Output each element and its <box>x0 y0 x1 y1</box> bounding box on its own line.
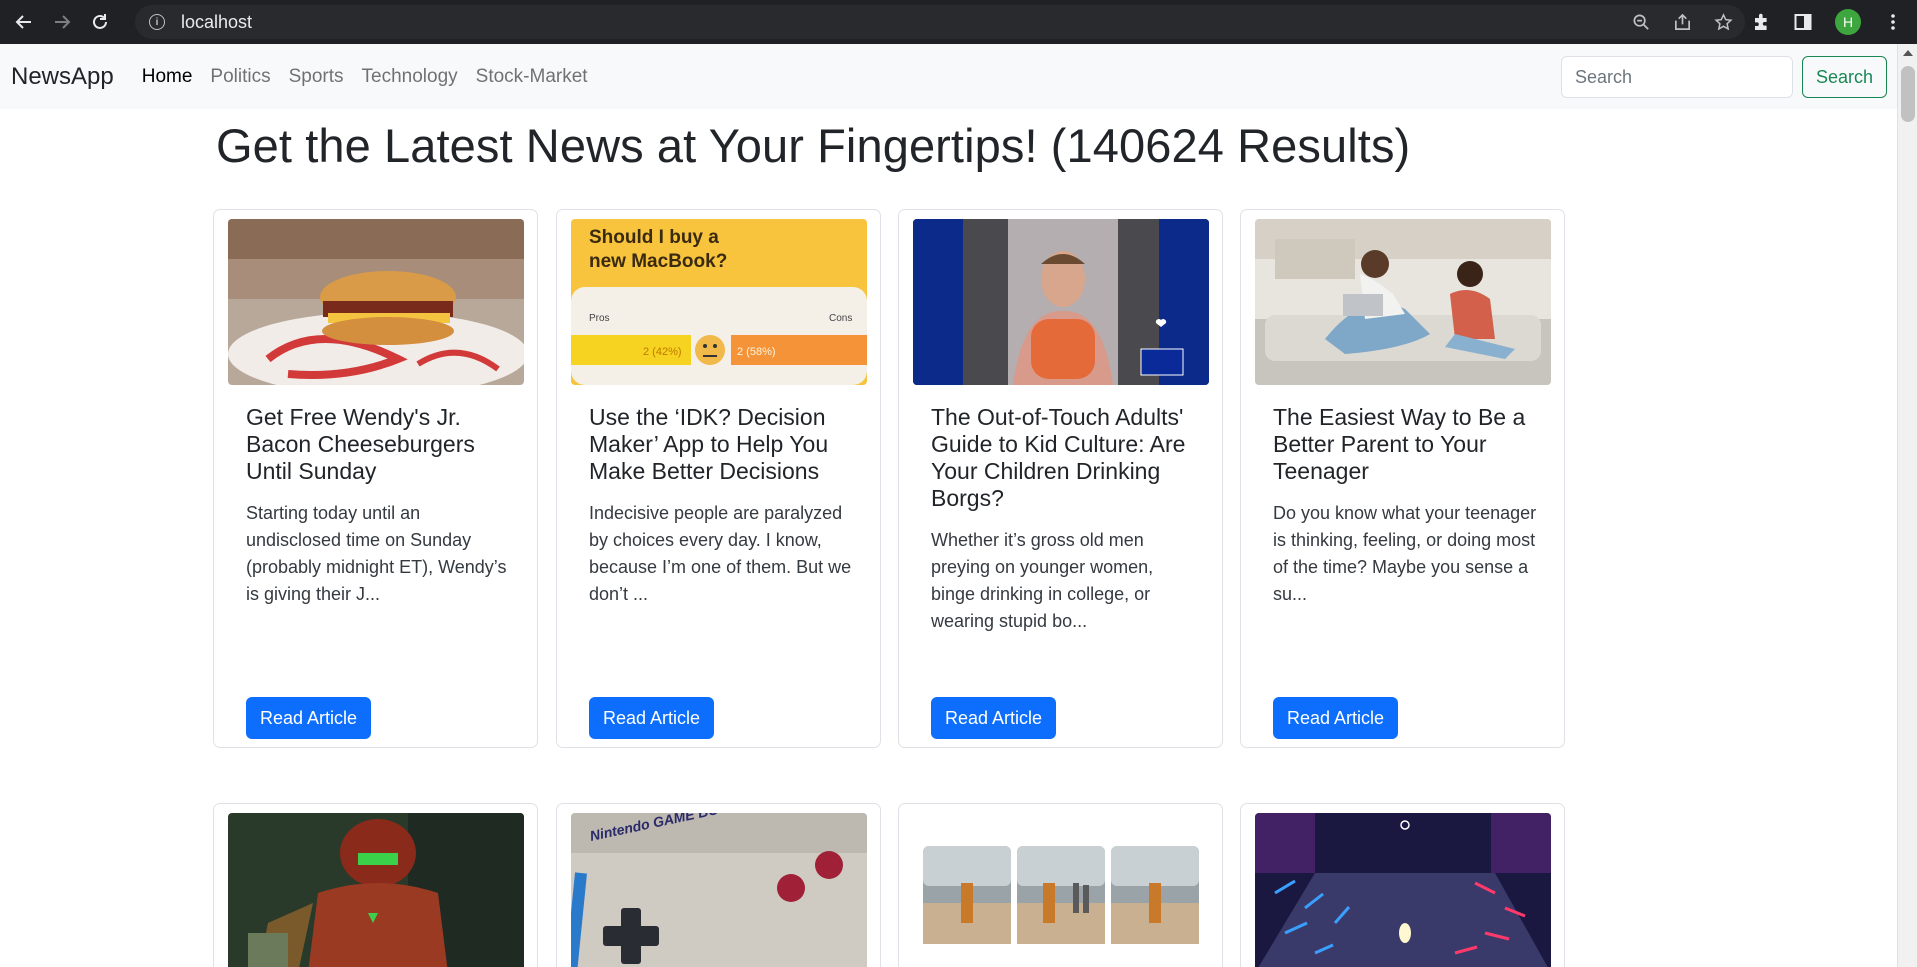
scroll-up-icon[interactable] <box>1903 50 1913 56</box>
site-navbar: NewsApp Home Politics Sports Technology … <box>0 44 1897 109</box>
article-card: The Out-of-Touch Adults' Guide to Kid Cu… <box>898 209 1223 748</box>
read-article-button[interactable]: Read Article <box>931 697 1057 739</box>
page-scrollbar[interactable] <box>1897 44 1917 967</box>
article-image <box>913 813 1209 967</box>
site-info-icon[interactable]: i <box>149 14 165 30</box>
share-icon[interactable] <box>1673 13 1692 32</box>
article-title: Get Free Wendy's Jr. Bacon Cheeseburgers… <box>246 404 475 484</box>
article-card: The Easiest Way to Be a Better Parent to… <box>1240 209 1565 748</box>
extensions-icon[interactable] <box>1751 12 1771 32</box>
back-icon[interactable] <box>10 8 38 36</box>
brand-logo[interactable]: NewsApp <box>11 63 114 91</box>
article-title: The Out-of-Touch Adults' Guide to Kid Cu… <box>931 404 1186 511</box>
article-description: Indecisive people are paralyzed by choic… <box>589 503 852 604</box>
article-card: Should I buy a new MacBook? Pros Cons 2 (… <box>556 209 881 748</box>
reload-icon[interactable] <box>86 8 114 36</box>
article-card <box>1240 803 1565 967</box>
search-form: Search <box>1560 56 1887 98</box>
nav-link-stock-market[interactable]: Stock-Market <box>476 66 588 88</box>
article-card: Get Free Wendy's Jr. Bacon Cheeseburgers… <box>213 209 538 748</box>
forward-icon[interactable] <box>48 8 76 36</box>
article-description: Starting today until an undisclosed time… <box>246 503 507 604</box>
read-article-button[interactable]: Read Article <box>589 697 715 739</box>
side-panel-icon[interactable] <box>1793 12 1813 32</box>
poll-cons-label: Cons <box>829 313 852 324</box>
article-description: Do you know what your teenager is thinki… <box>1273 503 1537 604</box>
read-article-button[interactable]: Read Article <box>246 697 372 739</box>
article-image <box>1255 219 1551 385</box>
bookmark-star-icon[interactable] <box>1714 12 1733 32</box>
page-headline: Get the Latest News at Your Fingertips! … <box>216 119 1411 172</box>
article-card <box>213 803 538 967</box>
article-image: Nintendo GAME BOY™ <box>571 813 867 967</box>
search-button[interactable]: Search <box>1801 56 1887 98</box>
address-url: localhost <box>181 11 253 32</box>
poll-pros-label: Pros <box>589 313 610 324</box>
article-title: Use the ‘IDK? Decision Maker’ App to Hel… <box>589 404 829 484</box>
poll-pro-value: 2 (42%) <box>643 346 682 358</box>
nav-link-technology[interactable]: Technology <box>362 66 458 88</box>
article-image <box>913 219 1209 385</box>
article-title: The Easiest Way to Be a Better Parent to… <box>1273 404 1526 484</box>
scroll-thumb[interactable] <box>1901 66 1915 122</box>
zoom-icon[interactable] <box>1632 13 1651 32</box>
menu-kebab-icon[interactable] <box>1883 12 1903 32</box>
poll-con-value: 2 (58%) <box>737 346 776 358</box>
article-description: Whether it’s gross old men preying on yo… <box>931 530 1154 631</box>
nav-link-sports[interactable]: Sports <box>289 66 344 88</box>
profile-avatar[interactable]: H <box>1835 9 1861 35</box>
nav-link-home[interactable]: Home <box>142 66 193 88</box>
search-input[interactable] <box>1560 56 1793 98</box>
article-image <box>228 219 524 385</box>
article-card: Nintendo GAME BOY™ <box>556 803 881 967</box>
article-image <box>228 813 524 967</box>
browser-toolbar: i localhost H <box>0 0 1917 44</box>
article-card <box>898 803 1223 967</box>
article-image: Should I buy a new MacBook? Pros Cons 2 (… <box>571 219 867 385</box>
read-article-button[interactable]: Read Article <box>1273 697 1399 739</box>
article-image <box>1255 813 1551 967</box>
nav-link-politics[interactable]: Politics <box>210 66 270 88</box>
address-bar[interactable]: i localhost <box>135 5 1745 39</box>
